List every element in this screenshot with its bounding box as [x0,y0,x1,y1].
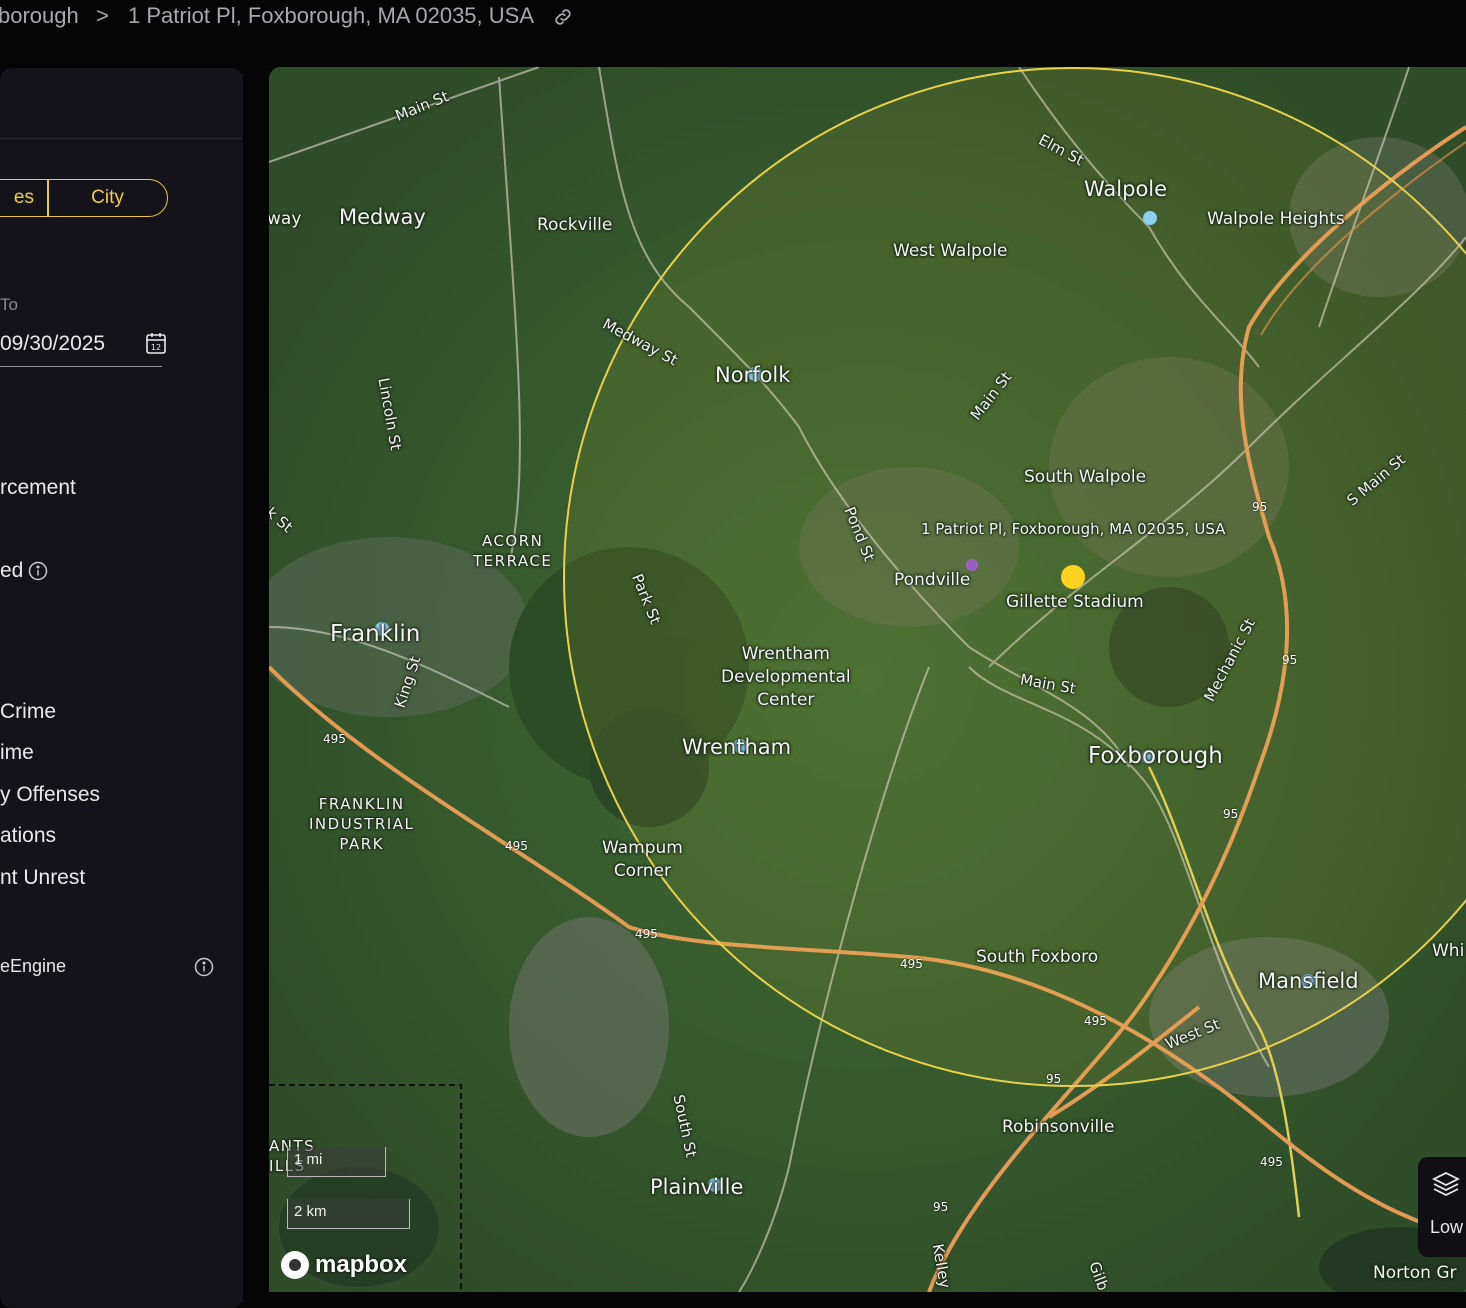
category-crime-2[interactable]: ime [0,741,34,765]
date-to-value: 09/30/2025 [0,332,106,355]
svg-text:12: 12 [151,343,161,352]
label-rockville: Rockville [537,215,613,235]
label-wrentham-developmental-center: Wrentham Developmental Center [721,644,851,710]
engine-info-icon[interactable] [194,957,214,977]
shield-495-d: 495 [900,957,923,971]
scale-bar-km: 2 km [287,1199,410,1229]
category-crime-1[interactable]: Crime [0,700,56,724]
label-acorn-terrace: ACORN TERRACE [473,532,553,570]
segment-option-city[interactable]: City [47,179,168,217]
shield-495-e: 495 [1084,1014,1107,1028]
shield-495-a: 495 [323,732,346,746]
shield-95-b: 95 [1282,653,1298,667]
breadcrumb-current: 1 Patriot Pl, Foxborough, MA 02035, USA [128,3,535,28]
calendar-icon[interactable]: 12 [145,331,167,355]
category-law-enforcement[interactable]: rcement [0,476,76,500]
info-icon[interactable] [28,561,48,581]
date-to-label: To [0,295,18,314]
segment-option-left[interactable]: es [0,179,49,217]
label-franklin: Franklin [330,621,421,647]
label-south-walpole: South Walpole [1024,467,1147,487]
label-west-walpole: West Walpole [893,241,1008,261]
shield-495-c: 495 [635,927,658,941]
shield-95-d: 95 [1046,1072,1062,1086]
category-operations[interactable]: ations [0,824,56,848]
panel-divider [0,138,243,139]
satellite-base [269,67,1466,1292]
breadcrumb-parent[interactable]: borough [0,3,79,29]
label-walpole: Walpole [1084,177,1168,201]
label-plainville: Plainville [650,1175,744,1199]
label-way: way [269,209,302,229]
label-address: 1 Patriot Pl, Foxborough, MA 02035, USA [921,520,1226,538]
link-icon[interactable] [552,6,574,28]
label-norton-grove: Norton Gr [1373,1263,1457,1283]
label-wrentham: Wrentham [682,735,792,759]
shield-95-a: 95 [1252,500,1268,514]
date-to-field[interactable]: 09/30/2025 [0,330,162,367]
shield-95-e: 95 [933,1200,949,1214]
label-medway: Medway [339,205,426,229]
label-franklin-industrial-park: FRANKLIN INDUSTRIAL PARK [309,795,415,853]
category-verified[interactable]: ed [0,559,23,583]
label-pondville: Pondville [894,570,971,590]
shield-95-c: 95 [1223,807,1239,821]
breadcrumb-separator: > [96,3,109,28]
label-foxborough: Foxborough [1088,743,1223,769]
scale-bar-mi: 1 mi [287,1147,386,1177]
layer-toggle-button[interactable]: Low [1418,1157,1466,1257]
map-view[interactable]: Medway way Rockville Walpole Walpole Hei… [269,67,1466,1292]
label-robinsonville: Robinsonville [1002,1117,1115,1137]
location-marker [1061,565,1085,589]
top-bar: borough > 1 Patriot Pl, Foxborough, MA 0… [0,0,1466,66]
layer-label: Low [1430,1217,1464,1237]
layers-icon [1431,1171,1461,1197]
label-wampum-corner: Wampum Corner [602,838,683,881]
category-unrest[interactable]: nt Unrest [0,866,85,890]
label-south-foxboro: South Foxboro [976,947,1099,967]
label-gillette-stadium: Gillette Stadium [1006,592,1144,612]
shield-495-f: 495 [1260,1155,1283,1169]
mapbox-icon [281,1251,309,1279]
label-whi: Whi [1432,941,1465,961]
engine-label: eEngine [0,956,67,976]
mapbox-wordmark: mapbox [315,1251,408,1278]
mapbox-logo[interactable]: mapbox [281,1251,407,1279]
filter-panel [0,68,243,1308]
category-offenses[interactable]: y Offenses [0,783,100,807]
label-mansfield: Mansfield [1258,969,1359,993]
label-walpole-heights: Walpole Heights [1207,209,1345,229]
shield-495-b: 495 [505,839,528,853]
label-norfolk: Norfolk [715,363,791,387]
